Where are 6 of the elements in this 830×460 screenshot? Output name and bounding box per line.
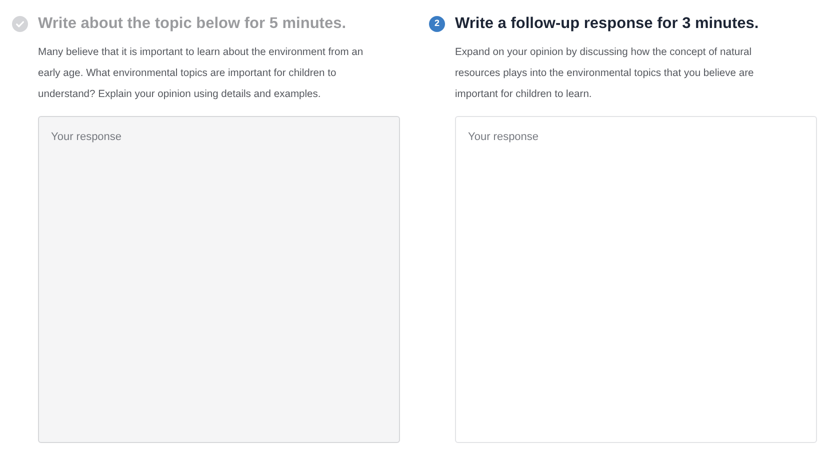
task-heading: Write a follow-up response for 3 minutes. [455, 14, 759, 34]
task-heading: Write about the topic below for 5 minutes. [38, 14, 346, 34]
response-field[interactable]: Your response [455, 116, 817, 443]
step-number: 2 [429, 16, 445, 32]
task-prompt: Many believe that it is important to learn about the environment from an early age. What environmental topics are important for children to understand? Explain your opinion using details and examples. [38, 46, 364, 102]
task-prompt: Expand on your opinion by discussing how the concept of natural resources plays into the environmental topics that you believe are important for children to learn. [455, 46, 755, 102]
